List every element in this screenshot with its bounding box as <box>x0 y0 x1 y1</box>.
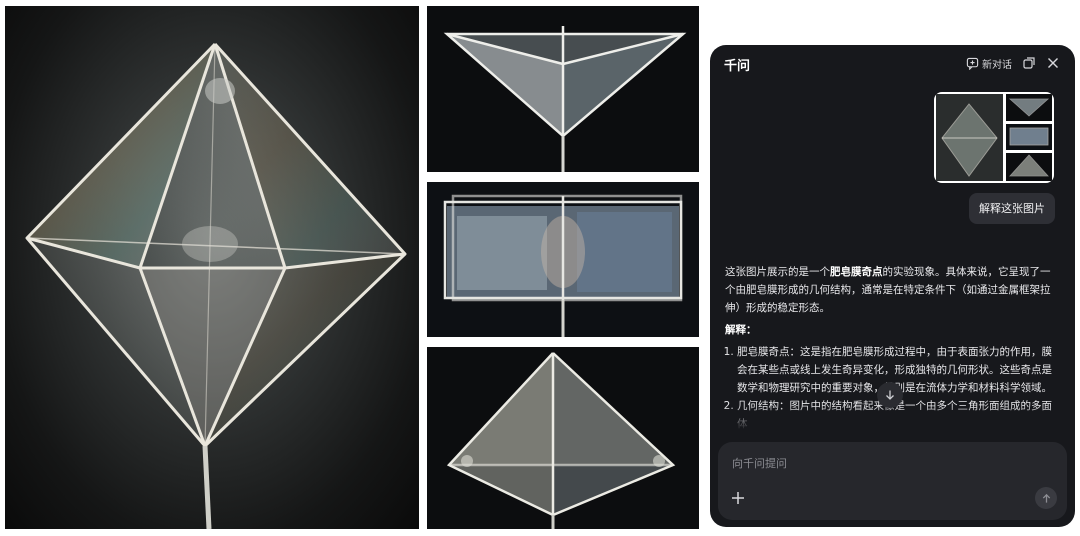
screen: 千问 新对话 解释这张图片 这张图片展示的是一个肥皂膜奇点的实验现象。具体来说，… <box>0 0 1080 536</box>
popout-button[interactable] <box>1022 55 1038 71</box>
send-button[interactable] <box>1035 487 1057 509</box>
message-input[interactable] <box>732 454 1032 472</box>
rectangle-drawing <box>443 194 683 337</box>
chat-header: 千问 新对话 <box>710 45 1075 83</box>
add-attachment-button[interactable] <box>730 490 748 508</box>
new-chat-icon <box>966 57 979 70</box>
photo-rectangular-frame <box>427 182 699 337</box>
answer-intro-bold: 肥皂膜奇点 <box>830 266 883 278</box>
attached-image-thumbnail[interactable] <box>934 92 1054 183</box>
octahedron-drawing <box>25 42 407 529</box>
message-composer <box>718 442 1067 520</box>
triangle-drawing <box>443 26 687 172</box>
close-button[interactable] <box>1046 55 1062 71</box>
answer-intro: 这张图片展示的是一个肥皂膜奇点的实验现象。具体来说，它呈现了一个由肥皂膜形成的几… <box>725 263 1060 317</box>
chat-title: 千问 <box>724 59 751 74</box>
answer-fade-overlay <box>710 405 1075 445</box>
arrow-down-icon <box>886 390 894 400</box>
photo-triangle-frame <box>427 6 699 172</box>
answer-intro-pre: 这张图片展示的是一个 <box>725 266 830 278</box>
popout-icon <box>1023 57 1035 69</box>
photo-pyramid-frame <box>427 347 699 529</box>
assistant-chat-panel: 千问 新对话 解释这张图片 这张图片展示的是一个肥皂膜奇点的实验现象。具体来说，… <box>710 45 1075 527</box>
close-icon <box>1048 58 1058 68</box>
new-chat-button[interactable]: 新对话 <box>966 56 1012 71</box>
plus-icon <box>732 492 744 504</box>
thumbnail-collage <box>936 94 1052 181</box>
photo-octahedron-soap-film <box>5 6 419 529</box>
new-chat-label: 新对话 <box>982 60 1012 71</box>
scroll-to-bottom-button[interactable] <box>877 382 903 408</box>
user-message-bubble: 解释这张图片 <box>969 193 1055 224</box>
pyramid-drawing <box>446 352 676 529</box>
answer-heading: 解释： <box>725 324 757 336</box>
arrow-up-icon <box>1042 493 1050 503</box>
